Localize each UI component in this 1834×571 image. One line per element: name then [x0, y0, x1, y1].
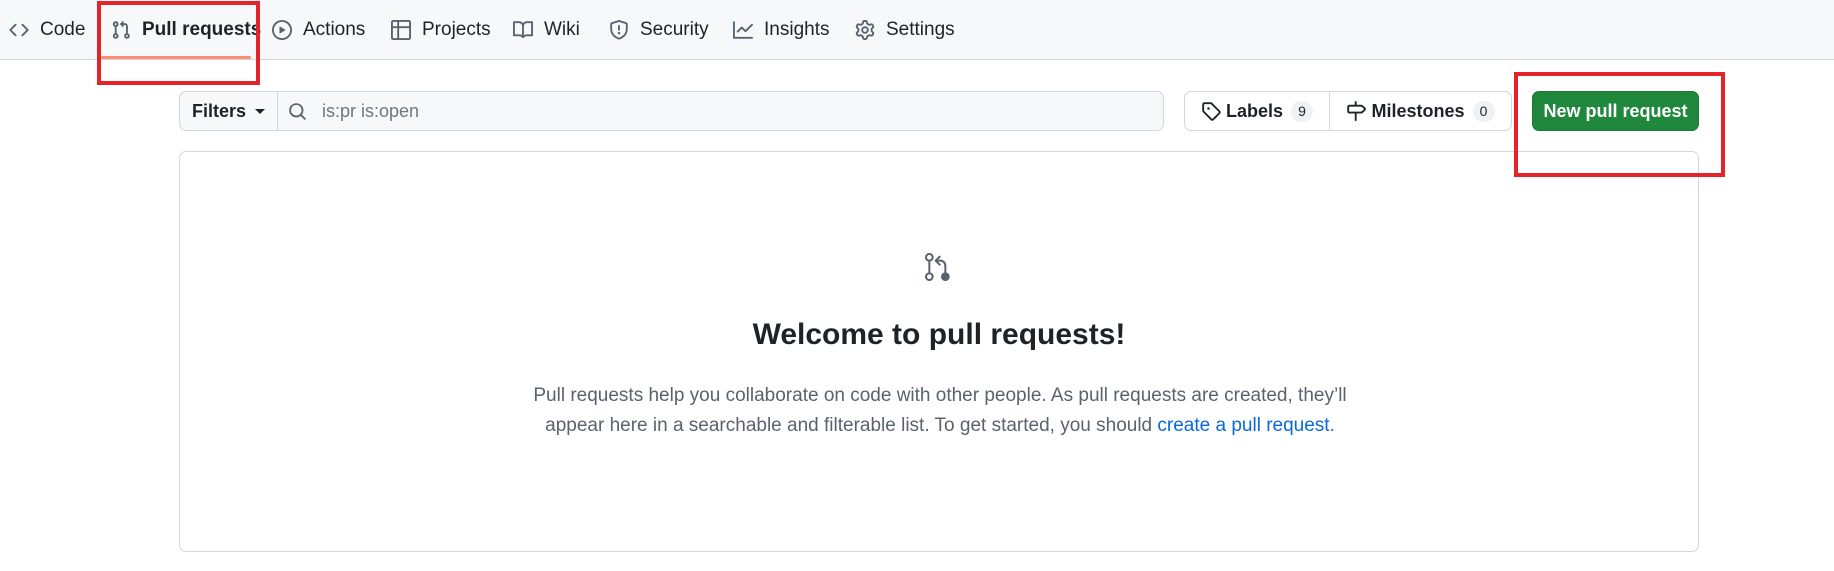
description-line-2: appear here in a searchable and filterab… [545, 415, 1153, 436]
book-icon [513, 20, 533, 40]
blankslate-title: Welcome to pull requests! [752, 318, 1126, 351]
description-trailing: . [1329, 415, 1335, 436]
tab-actions[interactable]: Actions [272, 0, 365, 60]
code-icon [9, 20, 29, 40]
tab-actions-label: Actions [303, 19, 366, 40]
tab-security[interactable]: Security [609, 0, 709, 60]
milestones-label: Milestones [1371, 100, 1465, 121]
table-icon [391, 20, 411, 40]
milestones-button[interactable]: Milestones 0 [1330, 92, 1511, 130]
graph-icon [733, 20, 753, 40]
labels-button[interactable]: Labels 9 [1185, 92, 1330, 130]
search-icon [289, 102, 306, 120]
highlight-box-pull-requests-tab [97, 1, 260, 85]
gear-icon [855, 20, 875, 40]
description-line-1: Pull requests help you collaborate on co… [533, 385, 1347, 406]
create-pull-request-link[interactable]: create a pull request [1157, 415, 1329, 436]
play-icon [272, 20, 292, 40]
blankslate: Welcome to pull requests! Pull requests … [179, 151, 1699, 552]
filters-button[interactable]: Filters [180, 92, 278, 130]
labels-milestones-group: Labels 9 Milestones 0 [1184, 91, 1512, 131]
filters-label: Filters [191, 100, 247, 121]
tab-insights[interactable]: Insights [733, 0, 829, 60]
tab-security-label: Security [640, 19, 709, 40]
tag-icon [1202, 102, 1221, 121]
filters-search-group: Filters [179, 91, 1164, 131]
repo-nav: Code Pull requests Actions Projects Wiki… [0, 0, 1834, 60]
search-box[interactable] [278, 92, 1163, 130]
tab-code[interactable]: Code [9, 0, 85, 60]
labels-count-badge: 9 [1291, 100, 1314, 122]
tab-settings[interactable]: Settings [855, 0, 955, 60]
tab-projects[interactable]: Projects [391, 0, 491, 60]
milestone-icon [1347, 101, 1367, 121]
tab-settings-label: Settings [886, 19, 955, 40]
tab-projects-label: Projects [422, 19, 491, 40]
search-input[interactable] [320, 99, 1120, 123]
caret-down-icon [255, 108, 266, 114]
labels-label: Labels [1225, 100, 1284, 121]
blankslate-description: Pull requests help you collaborate on co… [490, 381, 1390, 441]
tab-wiki[interactable]: Wiki [513, 0, 580, 60]
git-pull-request-icon [923, 251, 955, 283]
shield-icon [609, 20, 629, 40]
highlight-box-new-pull-request [1514, 72, 1725, 177]
tab-wiki-label: Wiki [544, 19, 580, 40]
milestones-count-badge: 0 [1472, 100, 1495, 122]
tab-code-label: Code [40, 19, 86, 40]
tab-insights-label: Insights [764, 19, 830, 40]
